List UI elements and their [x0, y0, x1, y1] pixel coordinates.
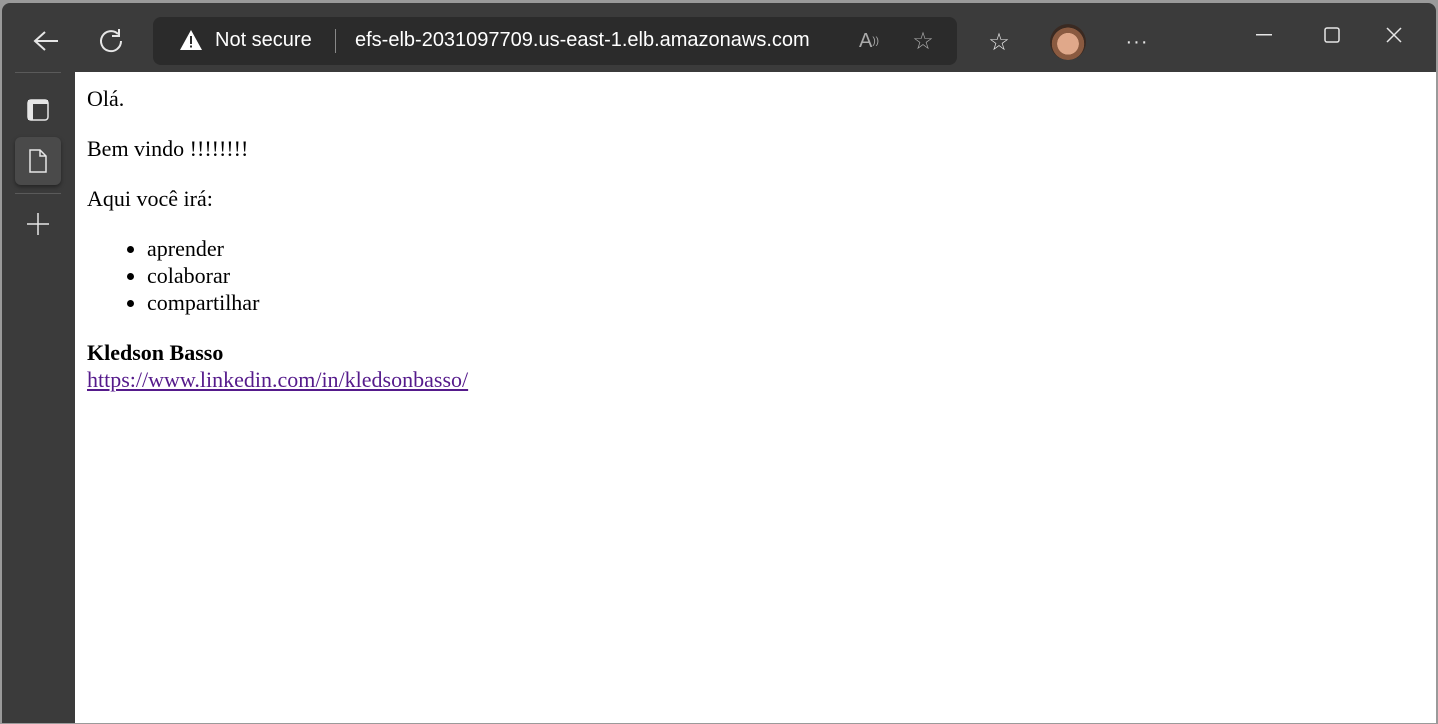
browser-toolbar: Not secure efs-elb-2031097709.us-east-1.…: [2, 3, 1436, 72]
profile-avatar[interactable]: [1050, 24, 1086, 60]
divider: [15, 193, 61, 194]
new-tab-icon[interactable]: [22, 208, 54, 240]
refresh-icon[interactable]: [95, 25, 127, 57]
divider: [335, 29, 336, 53]
close-icon[interactable]: [1382, 23, 1406, 47]
list-item: colaborar: [147, 262, 1424, 289]
read-aloud-icon[interactable]: A)): [855, 27, 883, 55]
favorites-icon[interactable]: ☆: [984, 27, 1014, 57]
intro-text: Aqui você irá:: [87, 186, 213, 211]
security-label[interactable]: Not secure: [215, 29, 312, 52]
greeting-text: Olá.: [87, 86, 125, 111]
linkedin-link[interactable]: https://www.linkedin.com/in/kledsonbasso…: [87, 367, 468, 392]
back-icon[interactable]: [30, 25, 62, 57]
activities-list: aprender colaborar compartilhar: [87, 235, 1424, 316]
page-content: Olá. Bem vindo !!!!!!!! Aqui você irá: a…: [75, 72, 1436, 723]
divider: [15, 72, 61, 73]
vertical-tabs-sidebar: [2, 72, 75, 723]
browser-window: Not secure efs-elb-2031097709.us-east-1.…: [2, 3, 1436, 723]
address-bar[interactable]: Not secure efs-elb-2031097709.us-east-1.…: [153, 17, 957, 65]
list-item: aprender: [147, 235, 1424, 262]
minimize-icon[interactable]: [1252, 23, 1276, 47]
list-item: compartilhar: [147, 289, 1424, 316]
more-icon[interactable]: ···: [1122, 27, 1152, 57]
tab-actions-icon[interactable]: [22, 94, 54, 126]
warning-icon: [179, 29, 203, 57]
maximize-icon[interactable]: [1320, 23, 1344, 47]
url-text[interactable]: efs-elb-2031097709.us-east-1.elb.amazona…: [355, 29, 810, 52]
welcome-text: Bem vindo !!!!!!!!: [87, 136, 249, 161]
add-favorite-icon[interactable]: ☆: [909, 27, 937, 55]
page-tab-icon[interactable]: [15, 137, 61, 185]
author-name: Kledson Basso: [87, 340, 224, 365]
